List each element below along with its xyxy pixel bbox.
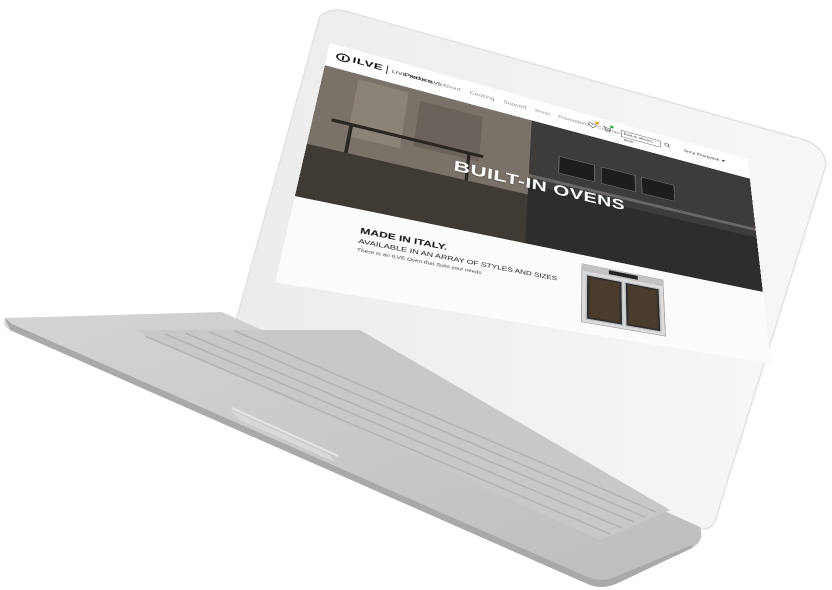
user-menu[interactable]: Anna Khersonsk <box>684 148 725 163</box>
nav-cooking[interactable]: Cooking <box>470 90 495 101</box>
nav-promotions[interactable]: Promotions <box>558 114 589 127</box>
nav-shop[interactable]: Shop <box>535 108 550 117</box>
logo-text: ILVE <box>351 56 384 73</box>
heart-icon[interactable] <box>588 121 600 130</box>
search-icon[interactable] <box>664 141 671 151</box>
nav-support[interactable]: Support <box>503 99 526 110</box>
search-input[interactable]: Built-in electric oven <box>620 129 661 148</box>
logo-icon <box>335 52 351 64</box>
cart-icon[interactable] <box>603 125 614 134</box>
user-name: Anna Khersonsk <box>683 148 720 162</box>
nav-about[interactable]: About <box>442 82 461 92</box>
oven-product-image <box>578 261 668 340</box>
chevron-down-icon <box>721 159 725 163</box>
logo-divider <box>386 65 389 75</box>
section-subheading: AVAILABLE IN AN ARRAY OF STYLES AND SIZE… <box>357 237 558 283</box>
